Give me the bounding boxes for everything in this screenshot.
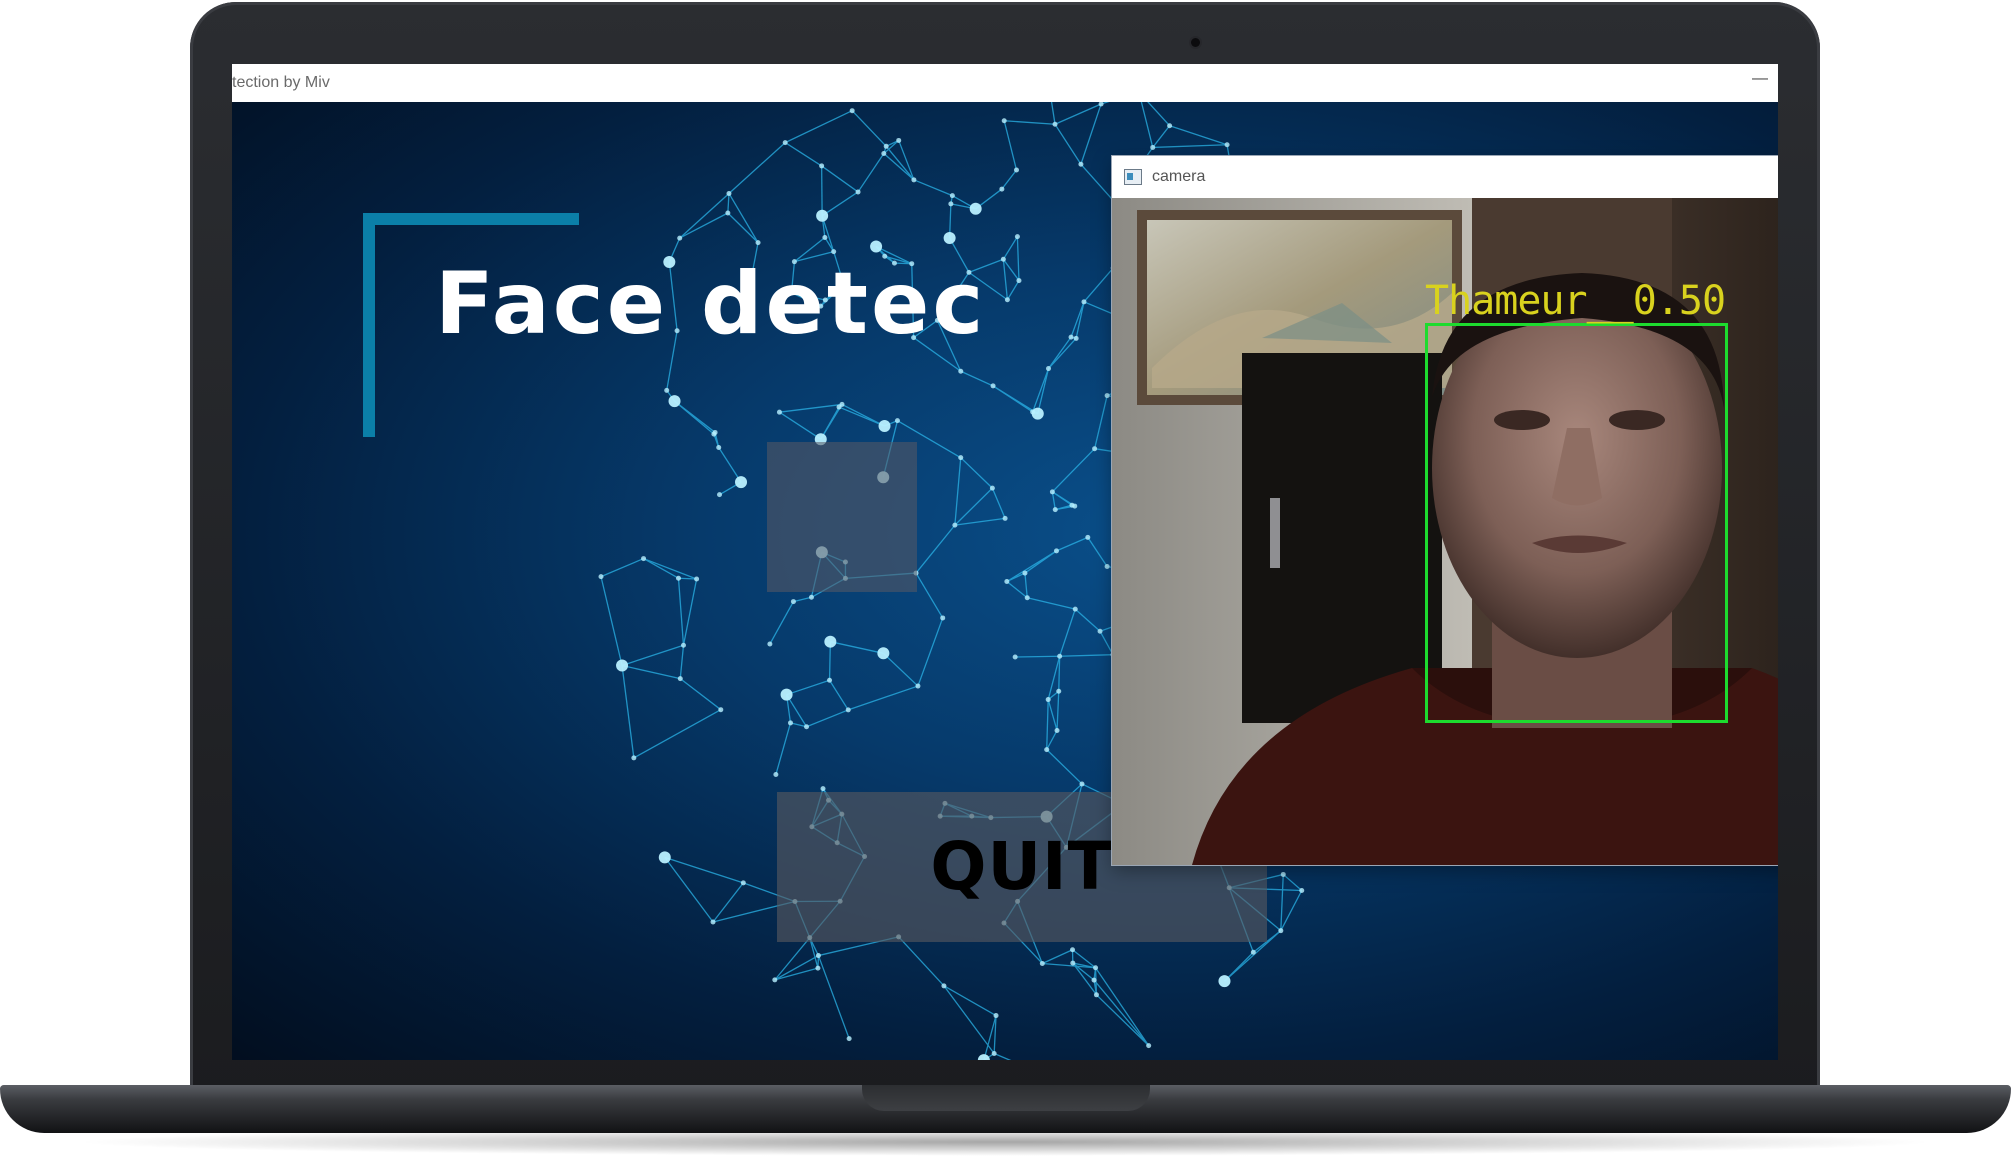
face-detection-box xyxy=(1425,323,1728,723)
main-window-titlebar[interactable]: tection by Miv — xyxy=(232,64,1778,103)
camera-window-titlebar[interactable]: camera — ☐ ✕ xyxy=(1112,156,1778,198)
webcam-lens xyxy=(1191,38,1200,47)
main-window-minimize-button[interactable]: — xyxy=(1752,70,1768,88)
page-title: Face detec xyxy=(435,254,987,354)
title-bracket-top xyxy=(363,213,579,225)
face-detection-label: Thameur__0.50 xyxy=(1425,278,1726,324)
camera-window[interactable]: camera — ☐ ✕ xyxy=(1112,156,1778,865)
laptop-screen: tection by Miv — Face detec QUIT camera … xyxy=(232,64,1778,1060)
camera-window-title: camera xyxy=(1152,168,1206,185)
menu-button-obscured[interactable] xyxy=(767,442,917,592)
main-window-title: tection by Miv xyxy=(232,74,330,91)
camera-feed: Thameur__0.50 xyxy=(1112,198,1778,865)
title-bracket-left xyxy=(363,213,375,437)
laptop-base-notch xyxy=(862,1085,1150,1111)
app-window-icon xyxy=(1124,169,1142,185)
